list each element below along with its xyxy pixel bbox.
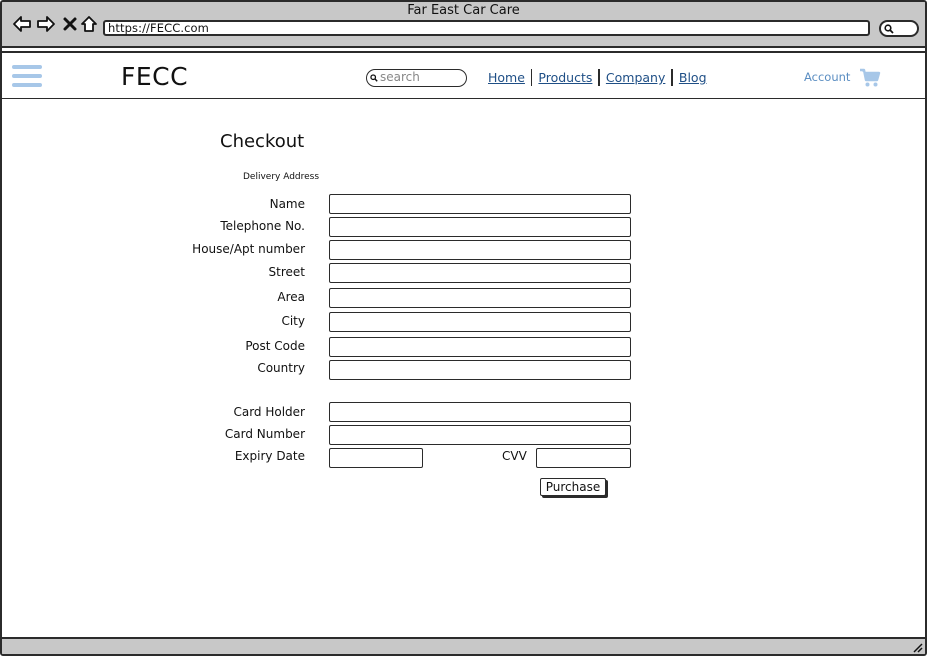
country-field[interactable]: [329, 360, 631, 380]
window-title: Far East Car Care: [407, 3, 520, 18]
page-title: Checkout: [220, 131, 305, 152]
browser-titlebar: Far East Car Care https://FECC.com: [2, 2, 925, 48]
card-holder-label: Card Holder: [233, 405, 305, 419]
delivery-address-heading: Delivery Address: [243, 172, 320, 182]
account-link[interactable]: Account: [804, 70, 850, 84]
telephone-field[interactable]: [329, 217, 631, 237]
city-label: City: [281, 314, 305, 328]
name-label: Name: [269, 197, 305, 211]
forward-arrow-icon[interactable]: [36, 14, 56, 34]
nav-divider: [671, 69, 673, 86]
home-icon[interactable]: [79, 14, 99, 34]
purchase-button[interactable]: Purchase: [540, 478, 606, 496]
house-number-field[interactable]: [329, 240, 631, 260]
hamburger-menu-icon[interactable]: [12, 65, 42, 89]
area-label: Area: [277, 290, 305, 304]
site-header: FECC search Home Products Company Blog A…: [2, 51, 925, 99]
nav-link-company[interactable]: Company: [606, 70, 665, 85]
telephone-label: Telephone No.: [220, 219, 305, 233]
street-label: Street: [268, 265, 305, 279]
site-search-input[interactable]: search: [366, 69, 467, 87]
area-field[interactable]: [329, 288, 631, 308]
site-logo[interactable]: FECC: [121, 62, 188, 91]
card-holder-field[interactable]: [329, 402, 631, 422]
post-code-field[interactable]: [329, 337, 631, 357]
address-bar[interactable]: https://FECC.com: [103, 20, 870, 36]
search-icon: [370, 74, 378, 82]
expiry-date-label: Expiry Date: [234, 449, 305, 463]
main-nav: Home Products Company Blog: [488, 69, 707, 86]
nav-link-blog[interactable]: Blog: [679, 70, 707, 85]
house-number-label: House/Apt number: [192, 242, 305, 256]
post-code-label: Post Code: [245, 339, 305, 353]
cvv-label: CVV: [502, 449, 527, 463]
name-field[interactable]: [329, 194, 631, 214]
search-placeholder: search: [380, 70, 420, 84]
browser-statusbar: [2, 637, 925, 654]
card-number-label: Card Number: [224, 427, 305, 441]
nav-link-products[interactable]: Products: [538, 70, 592, 85]
resize-grip-icon[interactable]: [911, 641, 923, 653]
search-icon: [884, 24, 894, 34]
country-label: Country: [257, 361, 305, 375]
city-field[interactable]: [329, 312, 631, 332]
nav-divider: [598, 69, 600, 86]
nav-divider: [530, 69, 533, 86]
browser-window: Far East Car Care https://FECC.com FECC: [0, 0, 927, 656]
shopping-cart-icon[interactable]: [859, 68, 881, 92]
nav-link-home[interactable]: Home: [488, 70, 525, 85]
street-field[interactable]: [329, 263, 631, 283]
cvv-field[interactable]: [536, 448, 631, 468]
browser-search-button[interactable]: [879, 20, 919, 37]
back-arrow-icon[interactable]: [12, 14, 32, 34]
close-icon[interactable]: [60, 14, 80, 34]
expiry-date-field[interactable]: [329, 448, 423, 468]
card-number-field[interactable]: [329, 425, 631, 445]
